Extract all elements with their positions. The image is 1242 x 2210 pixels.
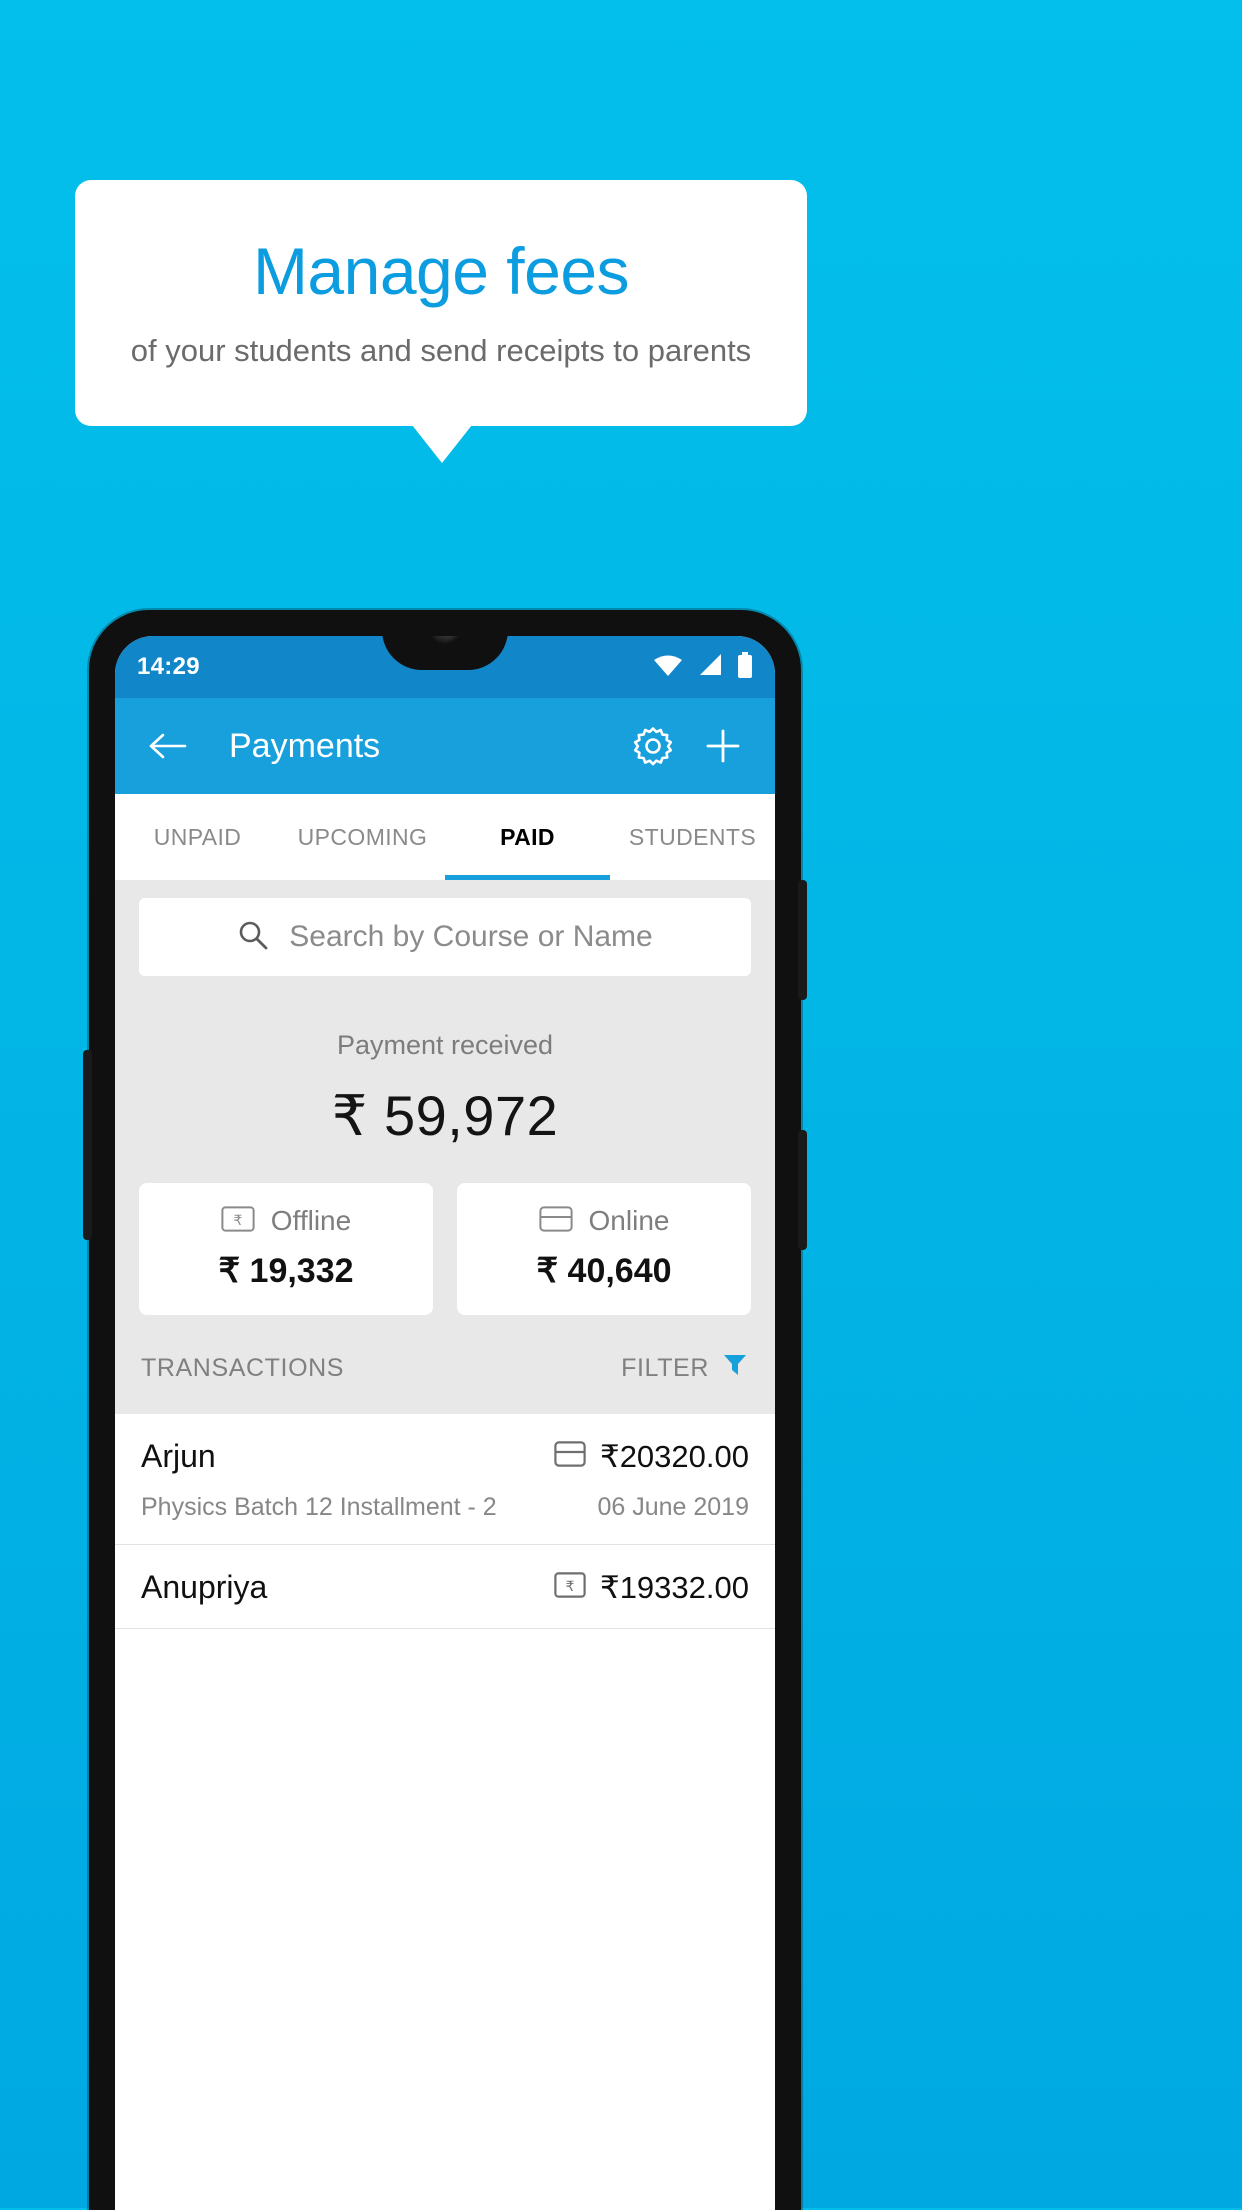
tab-unpaid[interactable]: UNPAID <box>115 794 280 880</box>
credit-card-icon <box>538 1205 573 1237</box>
search-placeholder: Search by Course or Name <box>289 920 653 953</box>
online-amount: ₹ 40,640 <box>536 1252 672 1290</box>
filter-button[interactable]: FILTER <box>621 1351 749 1386</box>
status-time: 14:29 <box>137 653 200 680</box>
transaction-amount-group: ₹ ₹19332.00 <box>554 1570 749 1606</box>
tab-paid[interactable]: PAID <box>445 794 610 880</box>
transaction-secondary-line: Physics Batch 12 Installment - 2 06 June… <box>141 1493 749 1522</box>
offline-amount: ₹ 19,332 <box>218 1252 354 1290</box>
status-icons <box>653 651 753 683</box>
rupee-note-icon: ₹ <box>554 1572 586 1603</box>
payment-summary: Payment received ₹ 59,972 <box>115 976 775 1183</box>
promo-subtitle: of your students and send receipts to pa… <box>130 332 752 368</box>
transactions-header: TRANSACTIONS FILTER <box>115 1315 775 1414</box>
promo-card: Manage fees of your students and send re… <box>75 180 807 426</box>
offline-card-head: ₹ Offline <box>139 1205 433 1237</box>
search-input[interactable]: Search by Course or Name <box>139 898 751 976</box>
online-card[interactable]: Online ₹ 40,640 <box>457 1183 751 1315</box>
rupee-note-icon: ₹ <box>221 1205 255 1237</box>
transactions-list: Arjun ₹20320.00 Physics Batch 12 Install… <box>115 1414 775 1629</box>
filter-label: FILTER <box>621 1354 709 1382</box>
table-row[interactable]: Anupriya ₹ ₹19332.00 <box>115 1545 775 1629</box>
content-area: Search by Course or Name Payment receive… <box>115 880 775 1629</box>
display-notch <box>382 636 508 670</box>
summary-amount: ₹ 59,972 <box>331 1084 559 1147</box>
credit-card-icon <box>554 1441 586 1472</box>
svg-text:₹: ₹ <box>566 1578 575 1594</box>
online-label: Online <box>588 1205 670 1236</box>
volume-up-button[interactable] <box>798 880 807 1000</box>
transaction-primary-line: Anupriya ₹ ₹19332.00 <box>141 1569 749 1606</box>
online-card-head: Online <box>457 1205 751 1237</box>
transaction-name: Anupriya <box>141 1569 268 1605</box>
phone-mockup: 14:29 Payments UNPAID UPCOMING PAID STUD… <box>83 610 807 2210</box>
transaction-description: Physics Batch 12 Installment - 2 <box>141 1493 497 1521</box>
transaction-date: 06 June 2019 <box>597 1493 749 1521</box>
promo-title: Manage fees <box>252 234 630 309</box>
search-wrapper: Search by Course or Name <box>115 880 775 976</box>
payment-mode-cards: ₹ Offline ₹ 19,332 Online ₹ 40,640 <box>115 1183 775 1315</box>
offline-card[interactable]: ₹ Offline ₹ 19,332 <box>139 1183 433 1315</box>
plus-icon[interactable] <box>697 720 749 772</box>
search-icon <box>237 919 269 956</box>
battery-icon <box>737 651 753 683</box>
transaction-primary-line: Arjun ₹20320.00 <box>141 1438 749 1475</box>
page-title: Payments <box>229 726 381 765</box>
svg-text:₹: ₹ <box>233 1212 242 1228</box>
app-bar: Payments <box>115 698 775 794</box>
phone-screen: 14:29 Payments UNPAID UPCOMING PAID STUD… <box>115 636 775 2210</box>
status-bar: 14:29 <box>115 636 775 698</box>
signal-icon <box>697 653 723 682</box>
front-camera <box>432 636 458 640</box>
transaction-amount: ₹19332.00 <box>599 1569 749 1605</box>
funnel-icon <box>721 1351 749 1386</box>
arrow-left-icon[interactable] <box>141 720 193 772</box>
tab-students[interactable]: STUDENTS <box>610 794 775 880</box>
gear-icon[interactable] <box>627 720 679 772</box>
wifi-icon <box>653 653 683 682</box>
offline-label: Offline <box>270 1205 352 1236</box>
summary-label: Payment received <box>336 1030 554 1060</box>
table-row[interactable]: Arjun ₹20320.00 Physics Batch 12 Install… <box>115 1414 775 1545</box>
transaction-amount: ₹20320.00 <box>599 1438 749 1474</box>
power-button[interactable] <box>83 1050 92 1240</box>
transactions-title: TRANSACTIONS <box>141 1354 345 1382</box>
promo-card-tail <box>412 425 472 463</box>
volume-down-button[interactable] <box>798 1130 807 1250</box>
tab-upcoming[interactable]: UPCOMING <box>280 794 445 880</box>
transaction-amount-group: ₹20320.00 <box>554 1439 749 1475</box>
tab-bar: UNPAID UPCOMING PAID STUDENTS <box>115 794 775 880</box>
transaction-name: Arjun <box>141 1438 216 1474</box>
